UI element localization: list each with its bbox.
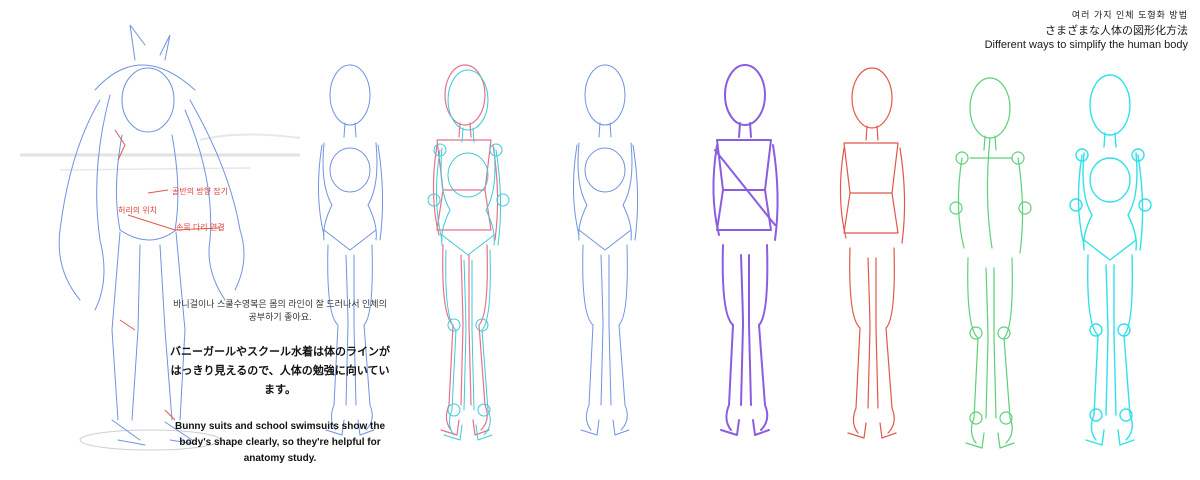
header: 여러 가지 인체 도형화 방법 さまざまな人体の図形化方法 Different … [985, 8, 1188, 53]
note-english: Bunny suits and school swimsuits show th… [174, 421, 386, 464]
note-block: 바니걸이나 스쿨수영복은 몸의 라인이 잘 드러나서 인체의 공부하기 좋아요.… [170, 298, 390, 467]
figure-pink-cyan [432, 64, 499, 436]
title-english: Different ways to simplify the human bod… [984, 39, 1188, 51]
annotation-waist: 허리의 위치 [118, 206, 158, 215]
note-japanese: バニーガールやスクール水着は体のラインがはっきり見えるので、人体の勉強に向いてい… [170, 345, 390, 396]
figure-green [949, 77, 1032, 449]
figure-cyan-overlay [427, 69, 510, 441]
annotation-wrist: 손목 다리 연결 [176, 223, 225, 232]
figure-purple [712, 64, 779, 436]
title-korean: 여러 가지 인체 도형화 방법 [1071, 10, 1188, 20]
figure-red [839, 67, 906, 439]
figure-aqua [1069, 74, 1152, 446]
figure-blue-2 [572, 64, 639, 436]
title-japanese: さまざまな人体の図形化方法 [1045, 24, 1188, 37]
note-korean: 바니걸이나 스쿨수영복은 몸의 라인이 잘 드러나서 인체의 공부하기 좋아요. [173, 299, 387, 322]
annotation-pelvis: 골반의 방향 잡기 [172, 187, 228, 196]
